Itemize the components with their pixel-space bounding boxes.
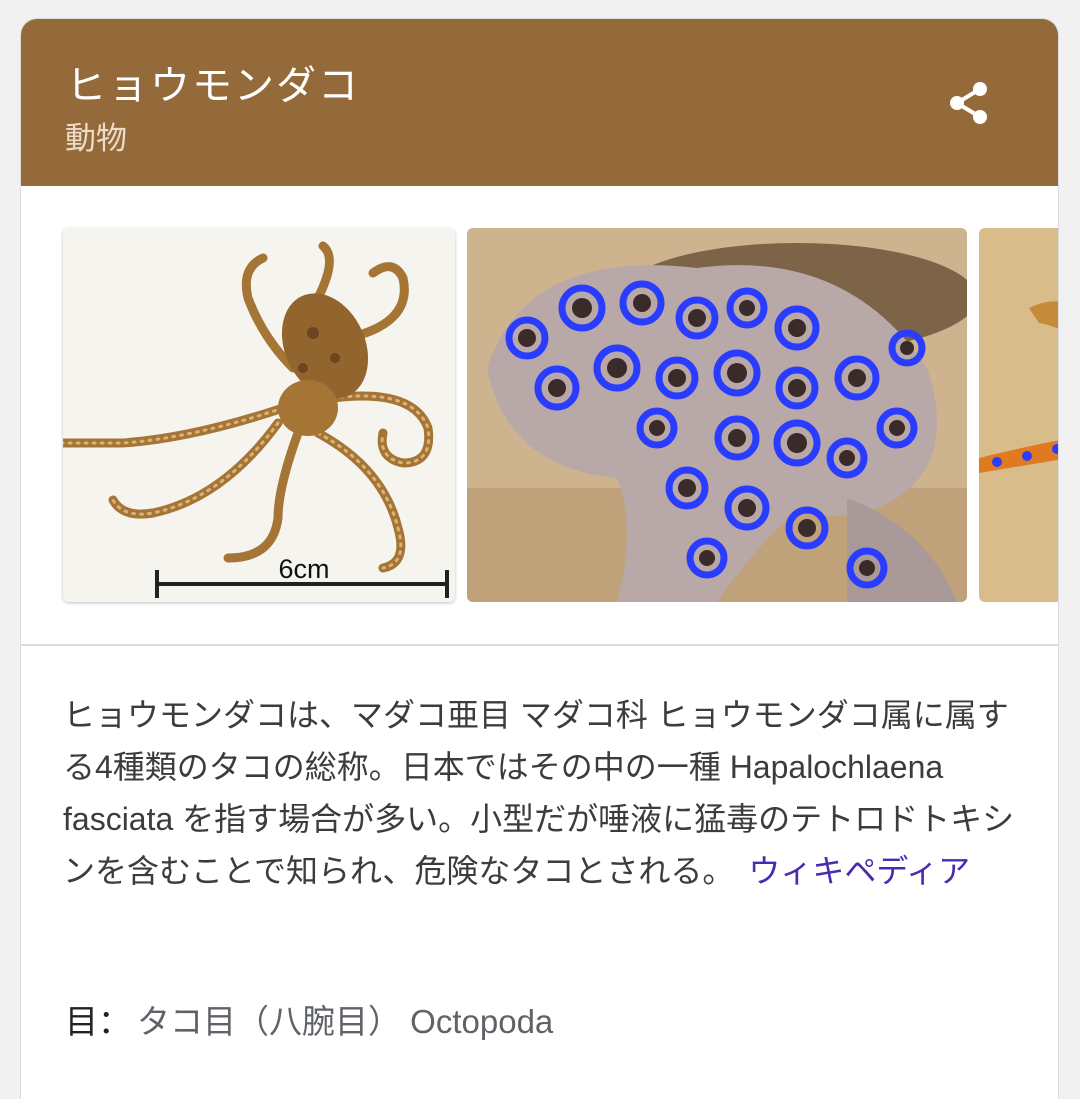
image-thumbnail-2[interactable]: [467, 228, 967, 602]
blue-ringed-octopus-photo: [467, 228, 967, 602]
wikipedia-link[interactable]: ウィキペディア: [748, 853, 970, 889]
scale-caption: 6cm: [278, 554, 329, 584]
octopus-scale-photo: 6cm: [63, 228, 455, 602]
image-thumbnail-3[interactable]: [979, 228, 1058, 602]
image-carousel[interactable]: 6cm: [21, 224, 1058, 607]
entity-description: ヒョウモンダコは、マダコ亜目 マダコ科 ヒョウモンダコ属に属する4種類のタコの総…: [63, 689, 1028, 897]
share-icon: [950, 82, 987, 124]
section-divider: [21, 644, 1058, 646]
fact-value-link[interactable]: タコ目（八腕目） Octopoda: [137, 1003, 553, 1040]
image-thumbnail-1[interactable]: 6cm: [63, 228, 455, 602]
fact-label: 目：: [65, 1003, 131, 1040]
entity-subtitle: 動物: [65, 121, 127, 157]
knowledge-panel: ヒョウモンダコ 動物 6cm ヒョウモンダコは、マダコ亜目 マダコ科 ヒョウモン…: [21, 19, 1058, 1099]
entity-title: ヒョウモンダコ: [66, 63, 360, 109]
octopus-partial-photo: [979, 228, 1058, 602]
panel-header: ヒョウモンダコ 動物: [21, 19, 1058, 186]
fact-row-order: 目： タコ目（八腕目） Octopoda: [65, 995, 553, 1043]
share-button[interactable]: [937, 71, 1001, 135]
